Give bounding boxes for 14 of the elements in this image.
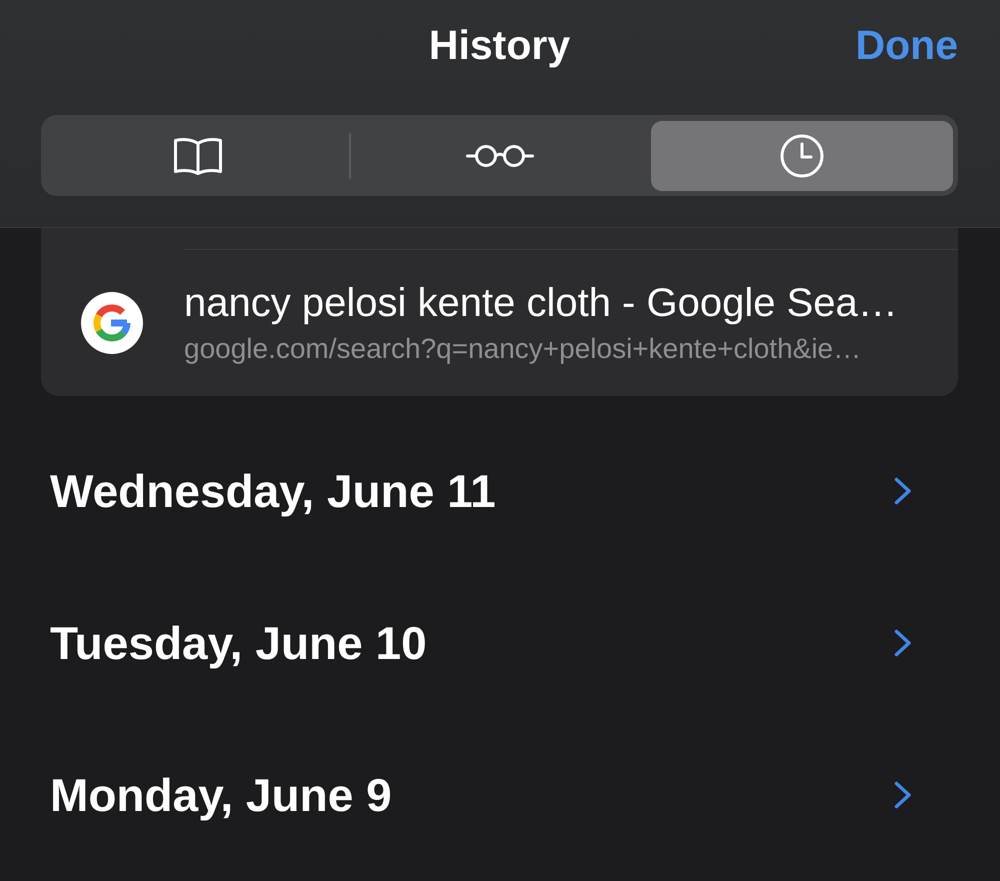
day-section-link[interactable]: Tuesday, June 10	[50, 616, 427, 670]
day-section-link[interactable]: Wednesday, June 11	[50, 464, 496, 518]
favicon-icon	[81, 292, 143, 354]
glasses-icon	[466, 144, 534, 168]
done-button[interactable]: Done	[856, 22, 958, 68]
book-icon	[174, 137, 222, 175]
chevron-right-icon	[894, 629, 912, 657]
page-url: google.com/search?q=nancy+pelosi+kente+cloth&ie…	[184, 332, 862, 366]
chevron-right-icon	[894, 781, 912, 809]
page-title[interactable]: nancy pelosi kente cloth - Google Sea…	[184, 280, 898, 326]
day-section-link[interactable]: Monday, June 9	[50, 768, 392, 822]
screen-title: History	[428, 22, 570, 68]
chevron-right-icon	[894, 477, 912, 505]
clock-icon	[780, 134, 824, 178]
